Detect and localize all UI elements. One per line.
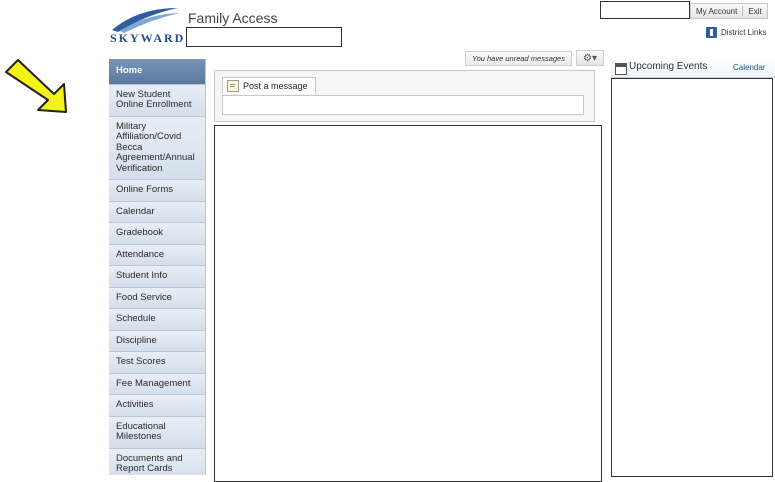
- district-links-link[interactable]: District Links: [706, 27, 766, 38]
- upcoming-events-title: Upcoming Events: [629, 61, 708, 72]
- post-message-tab[interactable]: Post a message: [222, 77, 316, 94]
- logo-text: SKYWARD: [110, 31, 186, 45]
- sidebar-item-test-scores[interactable]: Test Scores: [109, 352, 205, 374]
- app-title: Family Access: [188, 10, 278, 26]
- exit-link[interactable]: Exit: [743, 7, 766, 16]
- message-status-bar: You have unread messages ⚙▾: [465, 50, 604, 66]
- message-feed-area: [214, 125, 602, 482]
- student-name-field: [186, 27, 342, 47]
- sidebar-item-schedule[interactable]: Schedule: [109, 309, 205, 331]
- calendar-icon: [615, 63, 627, 75]
- post-message-label: Post a message: [243, 81, 308, 91]
- settings-gear-button[interactable]: ⚙▾: [575, 50, 604, 66]
- note-icon: [227, 80, 239, 92]
- calendar-link[interactable]: Calendar: [733, 63, 765, 72]
- pointer-arrow-icon: [5, 59, 67, 113]
- sidebar-item-fee-management[interactable]: Fee Management: [109, 373, 205, 395]
- post-message-input[interactable]: [222, 95, 584, 115]
- sidebar-item-gradebook[interactable]: Gradebook: [109, 223, 205, 245]
- my-account-link[interactable]: My Account: [691, 7, 742, 16]
- user-name-field: [600, 1, 690, 19]
- sidebar-item-new-student-enrollment[interactable]: New Student Online Enrollment: [109, 84, 205, 117]
- sidebar-item-educational-milestones[interactable]: Educational Milestones: [109, 416, 205, 449]
- sidebar-item-home[interactable]: Home: [109, 59, 205, 85]
- district-links-label: District Links: [721, 28, 767, 37]
- unread-messages-link[interactable]: You have unread messages: [465, 50, 572, 66]
- sidebar-nav: Home New Student Online Enrollment Milit…: [109, 59, 206, 475]
- sidebar-item-food-service[interactable]: Food Service: [109, 287, 205, 309]
- sidebar-item-military-affiliation[interactable]: Military Affiliation/Covid Becca Agreeme…: [109, 116, 205, 180]
- sidebar-item-calendar[interactable]: Calendar: [109, 201, 205, 223]
- upcoming-events-panel: [611, 78, 773, 477]
- sidebar-item-student-info[interactable]: Student Info: [109, 266, 205, 288]
- sidebar-item-attendance[interactable]: Attendance: [109, 244, 205, 266]
- sidebar-item-documents-report-cards[interactable]: Documents and Report Cards: [109, 448, 205, 475]
- account-bar: My Account Exit: [690, 3, 768, 19]
- sidebar-item-online-forms[interactable]: Online Forms: [109, 180, 205, 202]
- district-icon: [706, 27, 717, 38]
- sidebar-item-activities[interactable]: Activities: [109, 395, 205, 417]
- gear-icon: ⚙▾: [582, 52, 597, 64]
- sidebar-item-discipline[interactable]: Discipline: [109, 330, 205, 352]
